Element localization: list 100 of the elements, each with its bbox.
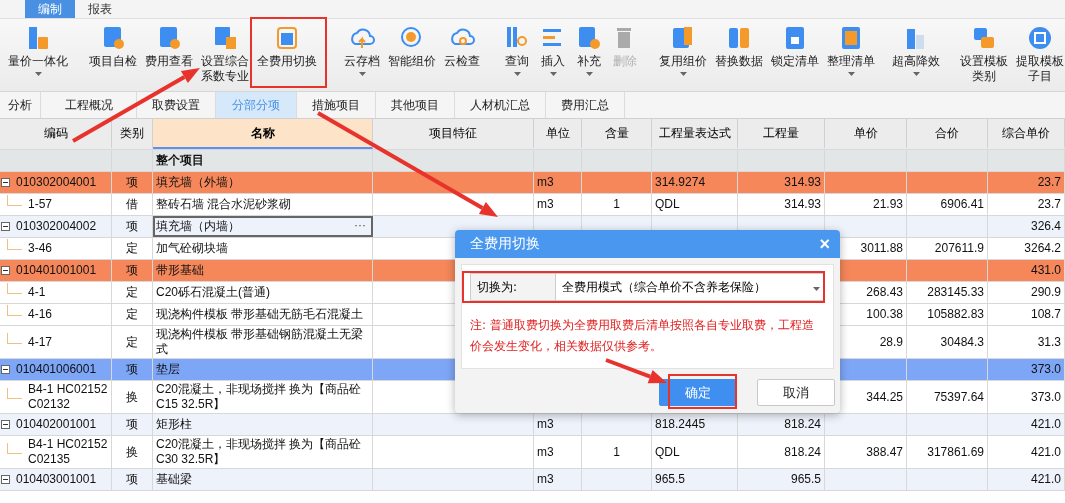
annotation-arrow xyxy=(605,358,667,384)
toolbar-button[interactable]: 量价一体化 xyxy=(4,25,72,91)
type-text: 换 xyxy=(126,444,138,460)
collapse-toggle[interactable] xyxy=(1,475,10,484)
table-cell: 3264.2 xyxy=(1024,241,1061,256)
caret-icon xyxy=(358,72,366,76)
toolbar-button[interactable]: 智能组价 xyxy=(384,25,440,91)
name-text: 整砖石墙 混合水泥砂浆砌 xyxy=(156,197,292,212)
type-text: 项 xyxy=(126,417,138,432)
caret-icon xyxy=(585,72,593,76)
caret-icon xyxy=(847,72,855,76)
dialog-title: 全费用切换 xyxy=(470,235,540,253)
type-text: 项 xyxy=(126,219,138,234)
view-tab[interactable]: 人材机汇总 xyxy=(455,92,546,118)
table-cell: 100.38 xyxy=(866,307,903,322)
table-cell: QDL xyxy=(655,444,680,460)
table-cell: 326.4 xyxy=(1030,219,1061,234)
toolbar-button[interactable]: 全费用切换 xyxy=(253,25,321,91)
edit-button[interactable]: ··· xyxy=(354,218,366,232)
table-row[interactable]: 整个项目 xyxy=(0,150,1065,172)
toolbar-button[interactable]: 查询 xyxy=(499,25,535,91)
table-cell: 965.5 xyxy=(655,472,686,487)
name-text: 矩形柱 xyxy=(156,417,192,432)
table-cell: 344.25 xyxy=(866,389,903,405)
table-cell: 23.7 xyxy=(1037,197,1061,212)
type-text: 项 xyxy=(126,175,138,190)
toolbar-button[interactable]: 设置综合系数专业 xyxy=(197,25,253,91)
code-text: 1-57 xyxy=(28,197,53,212)
table-cell: m3 xyxy=(537,472,554,487)
toolbar-button[interactable]: 云存档 xyxy=(340,25,384,91)
table-cell: 207611.9 xyxy=(934,241,984,256)
toolbar-button[interactable]: 提取模板子目 xyxy=(1012,25,1065,91)
caret-icon xyxy=(679,72,687,76)
type-text: 项 xyxy=(126,362,138,377)
collapse-toggle[interactable] xyxy=(1,178,10,187)
cloud-upload-icon xyxy=(349,25,375,51)
tree-line xyxy=(7,305,22,316)
caret-icon xyxy=(912,72,920,76)
toolbar-button[interactable]: 替换数据 xyxy=(711,25,767,91)
type-text: 换 xyxy=(126,389,138,405)
toolbar-button[interactable]: 复用组价 xyxy=(655,25,711,91)
table-row[interactable]: 010403001001 项 基础梁 m3 965.5 965.5 421.0 xyxy=(0,469,1065,491)
toolbar-button[interactable]: 超高降效 xyxy=(888,25,944,91)
name-text: C20砾石混凝土(普通) xyxy=(156,285,270,300)
toolbar-button[interactable]: 整理清单 xyxy=(823,25,879,91)
type-text: 定 xyxy=(126,334,138,350)
table-cell: 108.7 xyxy=(1030,307,1061,322)
tree-line xyxy=(7,442,22,454)
view-tab[interactable]: 费用汇总 xyxy=(546,92,625,118)
table-row[interactable]: 010302004001 项 填充墙（外墙） m3 314.9274 314.93 23.7 xyxy=(0,172,1065,194)
type-text: 项 xyxy=(126,263,138,278)
table-cell: 1 xyxy=(613,444,620,460)
toolbar-button[interactable]: 云检查 xyxy=(440,25,484,91)
tree-line xyxy=(7,239,22,250)
toolbar-button[interactable]: 设置模板类别 xyxy=(956,25,1012,91)
view-tab[interactable]: 措施项目 xyxy=(297,92,376,118)
view-tab[interactable]: 分析 xyxy=(0,92,41,118)
table-cell: 421.0 xyxy=(1030,444,1061,460)
toolbar-button[interactable]: 锁定清单 xyxy=(767,25,823,91)
table-cell: 75397.64 xyxy=(933,389,984,405)
switch-icon xyxy=(274,25,300,51)
toolbar-button[interactable]: 项目自检 xyxy=(85,25,141,91)
table-cell: 290.9 xyxy=(1030,285,1061,300)
view-tab[interactable]: 工程概况 xyxy=(41,92,137,118)
table-cell: 21.93 xyxy=(872,197,903,212)
menu-tab[interactable]: 报表 xyxy=(75,0,125,18)
table-cell: 388.47 xyxy=(866,444,903,460)
table-cell: 314.93 xyxy=(784,197,821,212)
toolbar-button[interactable]: 插入 xyxy=(535,25,571,91)
table-cell: 431.0 xyxy=(1030,263,1061,278)
cancel-button[interactable]: 取消 xyxy=(757,379,835,406)
collapse-toggle[interactable] xyxy=(1,222,10,231)
table-cell: 1 xyxy=(613,197,620,212)
collapse-toggle[interactable] xyxy=(1,266,10,275)
table-cell: 105882.83 xyxy=(927,307,984,322)
name-text: 现浇构件模板 带形基础钢筋混凝土无梁式 xyxy=(156,327,365,357)
table-cell: 3011.88 xyxy=(860,241,903,256)
toolbar-button[interactable]: 补充 xyxy=(571,25,607,91)
code-text: 4-16 xyxy=(28,307,53,322)
name-text: C20混凝土，非现场搅拌 换为【商品砼 C30 32.5R】 xyxy=(156,437,363,467)
table-cell: 421.0 xyxy=(1030,417,1061,432)
type-text: 定 xyxy=(126,307,138,322)
code-text: B4-1 HC02152 C02135 xyxy=(28,437,108,467)
caret-icon xyxy=(34,72,42,76)
name-text: 整个项目 xyxy=(156,153,204,168)
code-text: 4-17 xyxy=(28,334,53,350)
collapse-toggle[interactable] xyxy=(1,365,10,374)
table-cell: m3 xyxy=(537,197,554,212)
table-cell: 818.24 xyxy=(784,444,821,460)
view-tab[interactable]: 其他项目 xyxy=(376,92,455,118)
highlight-frame xyxy=(668,374,737,409)
table-row[interactable]: B4-1 HC02152 C02135 换 C20混凝土，非现场搅拌 换为【商品砼 C30 32.5R】 m3 1 QDL 818.24 388.47 317861.69 421.0 xyxy=(0,436,1065,469)
table-row[interactable]: 1-57 借 整砖石墙 混合水泥砂浆砌 m3 1 QDL 314.93 21.93 6906.41 23.7 xyxy=(0,194,1065,216)
collapse-toggle[interactable] xyxy=(1,420,10,429)
table-row[interactable]: 010402001001 项 矩形柱 m3 818.2445 818.24 421.0 xyxy=(0,414,1065,436)
type-text: 项 xyxy=(126,472,138,487)
code-text: 3-46 xyxy=(28,241,53,256)
name-text: 填充墙（内墙） xyxy=(156,219,240,234)
column-header[interactable]: 名称 xyxy=(153,119,373,149)
table-cell: 30484.3 xyxy=(940,334,984,350)
